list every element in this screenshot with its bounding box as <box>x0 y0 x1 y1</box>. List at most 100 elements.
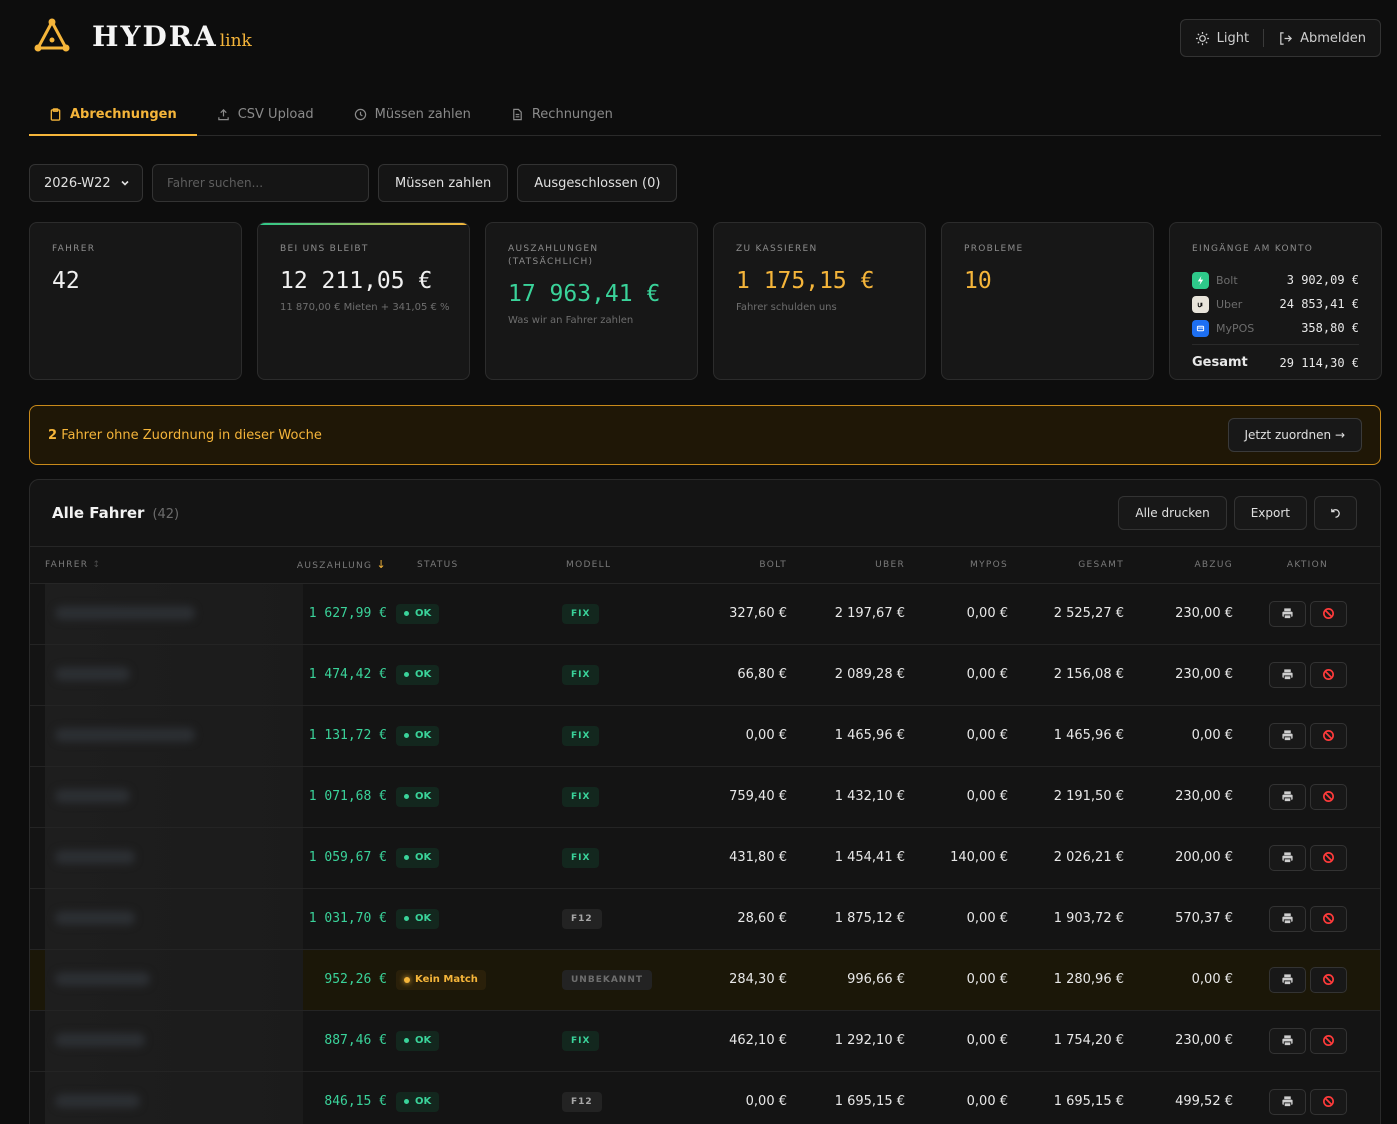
driver-name-cell[interactable] <box>30 827 303 889</box>
must-pay-filter-button[interactable]: Müssen zahlen <box>378 164 509 202</box>
table-row[interactable]: 1 627,99 € OK FIX 327,60 €2 197,67 €0,00 €2… <box>30 583 1380 645</box>
col-model[interactable]: Modell <box>537 547 647 584</box>
print-button[interactable] <box>1268 1088 1306 1115</box>
driver-name-cell[interactable] <box>30 705 303 767</box>
printer-icon <box>1281 1035 1293 1047</box>
driver-name-cell[interactable] <box>30 949 303 1011</box>
payout-cell: 1 059,67 € <box>292 827 387 889</box>
sun-icon <box>1195 31 1209 45</box>
print-button[interactable] <box>1268 722 1306 749</box>
driver-name-cell[interactable] <box>30 888 303 950</box>
exclude-button[interactable] <box>1309 661 1347 688</box>
col-driver[interactable]: Fahrer ↕ <box>30 547 292 584</box>
card-payouts: Auszahlungen (tatsächlich) 17 963,41 € W… <box>485 222 698 380</box>
action-cell <box>1233 1010 1380 1072</box>
driver-name-cell[interactable] <box>30 1071 303 1124</box>
tab-abrechnungen[interactable]: Abrechnungen <box>29 94 197 136</box>
filter-toolbar: 2026-W22 Müssen zahlen Ausgeschlossen (0… <box>29 164 678 202</box>
stat-cards: Fahrer 42 Bei uns bleibt 12 211,05 € 11 … <box>29 222 1382 380</box>
driver-search-input[interactable] <box>167 176 354 190</box>
print-button[interactable] <box>1268 844 1306 871</box>
assign-now-button[interactable]: Jetzt zuordnen → <box>1227 418 1362 452</box>
print-button[interactable] <box>1268 783 1306 810</box>
status-cell: OK <box>387 583 537 645</box>
payout-value: 1 627,99 € <box>308 606 387 621</box>
driver-name-cell[interactable] <box>30 644 303 706</box>
card-problems: Probleme 10 <box>941 222 1154 380</box>
theme-toggle-button[interactable]: Light <box>1181 20 1263 56</box>
exclude-button[interactable] <box>1309 844 1347 871</box>
tab-rechnungen[interactable]: Rechnungen <box>491 94 633 135</box>
col-total[interactable]: Gesamt <box>1008 547 1124 584</box>
exclude-button[interactable] <box>1309 1027 1347 1054</box>
driver-name-cell[interactable] <box>30 766 303 828</box>
print-button[interactable] <box>1268 966 1306 993</box>
status-badge: Kein Match <box>396 969 486 990</box>
total-cell: 1 754,20 € <box>1008 1010 1124 1072</box>
ban-icon <box>1322 608 1334 619</box>
status-dot-icon <box>404 976 410 983</box>
print-button[interactable] <box>1268 661 1306 688</box>
driver-name-redacted <box>45 766 303 827</box>
driver-name-cell[interactable] <box>30 1010 303 1072</box>
print-all-button[interactable]: Alle drucken <box>1118 496 1227 530</box>
action-cell <box>1233 644 1380 706</box>
col-bolt[interactable]: Bolt <box>647 547 787 584</box>
col-payout[interactable]: Auszahlung ↓ <box>292 547 387 584</box>
logout-icon <box>1280 31 1293 45</box>
export-button[interactable]: Export <box>1233 496 1307 530</box>
col-mypos[interactable]: MyPOS <box>905 547 1008 584</box>
exclude-button[interactable] <box>1309 1088 1347 1115</box>
print-button[interactable] <box>1268 905 1306 932</box>
print-button[interactable] <box>1268 1027 1306 1054</box>
refresh-button[interactable] <box>1314 496 1357 530</box>
status-text: OK <box>415 1096 432 1107</box>
col-deduction[interactable]: Abzug <box>1124 547 1233 584</box>
table-row[interactable]: 1 131,72 € OK FIX 0,00 €1 465,96 €0,00 €1 4… <box>30 705 1380 767</box>
print-button[interactable] <box>1268 600 1306 627</box>
table-row[interactable]: 1 031,70 € OK F12 28,60 €1 875,12 €0,00 €1 … <box>30 888 1380 950</box>
exclude-button[interactable] <box>1309 722 1347 749</box>
action-cell <box>1233 705 1380 767</box>
logo[interactable]: HYDRA link <box>32 16 252 56</box>
printer-icon <box>1281 974 1293 986</box>
refresh-icon <box>1331 508 1340 518</box>
bolt-cell: 759,40 € <box>647 766 787 828</box>
bolt-cell: 0,00 € <box>647 1071 787 1124</box>
bolt-cell: 462,10 € <box>647 1010 787 1072</box>
document-icon <box>513 108 522 121</box>
table-row[interactable]: 1 071,68 € OK FIX 759,40 €1 432,10 €0,00 €2… <box>30 766 1380 828</box>
col-status[interactable]: Status <box>387 547 537 584</box>
exclude-button[interactable] <box>1309 966 1347 993</box>
bolt-cell: 0,00 € <box>647 705 787 767</box>
payout-cell: 846,15 € <box>292 1071 387 1124</box>
total-cell: 2 525,27 € <box>1008 583 1124 645</box>
account-row-uber: Uber 24 853,41 € <box>1192 292 1359 316</box>
week-select[interactable]: 2026-W22 <box>29 164 143 202</box>
table-row[interactable]: 1 059,67 € OK FIX 431,80 €1 454,41 €140,00 … <box>30 827 1380 889</box>
drivers-table: Fahrer ↕ Auszahlung ↓ Status Modell Bolt… <box>30 547 1380 1124</box>
col-uber[interactable]: Uber <box>787 547 905 584</box>
table-row[interactable]: 952,26 € Kein Match UNBEKANNT 284,30 €996,6… <box>30 949 1380 1011</box>
payout-value: 1 071,68 € <box>308 789 387 804</box>
action-cell <box>1233 888 1380 950</box>
tab-muessen-zahlen[interactable]: Müssen zahlen <box>334 94 491 135</box>
excluded-filter-button[interactable]: Ausgeschlossen (0) <box>517 164 678 202</box>
action-cell <box>1233 827 1380 889</box>
tab-label: Abrechnungen <box>70 107 177 122</box>
clock-icon <box>354 108 366 121</box>
table-row[interactable]: 1 474,42 € OK FIX 66,80 €2 089,28 €0,00 €2 … <box>30 644 1380 706</box>
tab-csv-upload[interactable]: CSV Upload <box>197 94 334 135</box>
driver-name-cell[interactable] <box>30 583 303 645</box>
exclude-button[interactable] <box>1309 600 1347 627</box>
status-text: OK <box>415 1035 432 1046</box>
table-row[interactable]: 846,15 € OK F12 0,00 €1 695,15 €0,00 €1 695… <box>30 1071 1380 1124</box>
logout-button[interactable]: Abmelden <box>1264 20 1380 56</box>
exclude-button[interactable] <box>1309 905 1347 932</box>
ban-icon <box>1322 852 1334 863</box>
status-cell: OK <box>387 644 537 706</box>
panel-title-text: Alle Fahrer <box>52 504 145 522</box>
card-label: Probleme <box>964 244 1024 254</box>
table-row[interactable]: 887,46 € OK FIX 462,10 €1 292,10 €0,00 €1 7… <box>30 1010 1380 1072</box>
exclude-button[interactable] <box>1309 783 1347 810</box>
